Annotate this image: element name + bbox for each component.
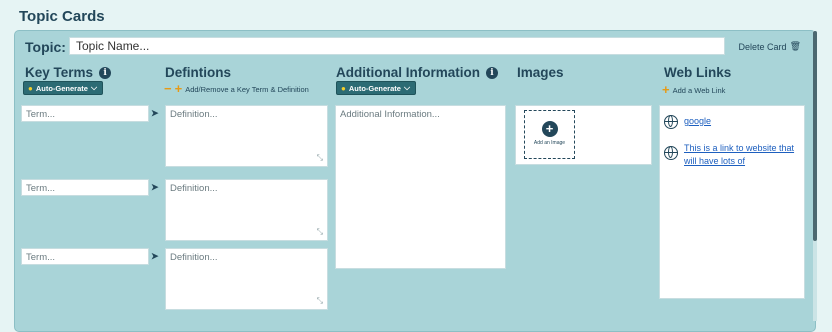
info-icon[interactable]: i xyxy=(99,66,112,79)
add-remove-label: Add/Remove a Key Term & Definition xyxy=(185,84,309,94)
definition-placeholder: Definition... xyxy=(170,252,218,263)
term-input[interactable]: Term... xyxy=(21,179,149,196)
topic-card: Topic: Topic Name... Delete Card 🗑 Key T… xyxy=(14,30,816,332)
minus-icon[interactable]: − xyxy=(164,82,172,95)
additional-auto-generate-button[interactable]: ● Auto-Generate ⌵ xyxy=(336,81,417,95)
images-title: Images xyxy=(517,65,564,80)
definition-input[interactable]: Definition... ⤡ xyxy=(165,179,328,241)
additional-info-input[interactable]: Additional Information... xyxy=(335,105,506,269)
globe-icon xyxy=(664,115,678,129)
definition-input[interactable]: Definition... ⤡ xyxy=(165,105,328,167)
additional-info-heading: Additional Information i xyxy=(336,65,498,80)
web-link[interactable]: This is a link to website that will have… xyxy=(684,142,798,168)
definition-input[interactable]: Definition... ⤡ xyxy=(165,248,328,310)
add-image-label: Add an Image xyxy=(533,140,566,146)
resize-icon[interactable]: ⤡ xyxy=(317,296,323,306)
definition-placeholder: Definition... xyxy=(170,109,218,120)
additional-info-title: Additional Information xyxy=(336,65,480,80)
add-web-link-label: Add a Web Link xyxy=(672,85,726,95)
term-input[interactable]: Term... xyxy=(21,105,149,122)
web-links-title: Web Links xyxy=(664,65,732,80)
key-terms-heading: Key Terms i xyxy=(25,65,112,80)
resize-icon[interactable]: ⤡ xyxy=(317,153,323,163)
trash-icon: 🗑 xyxy=(789,41,801,51)
term-input[interactable]: Term... xyxy=(21,248,149,265)
definitions-heading: Defintions xyxy=(165,65,231,80)
resize-icon[interactable]: ⤡ xyxy=(317,227,323,237)
topic-label: Topic: xyxy=(25,39,66,55)
plus-circle-icon: + xyxy=(541,121,558,137)
lightbulb-icon: ● xyxy=(28,83,33,93)
info-icon[interactable]: i xyxy=(486,66,498,79)
arrow-right-icon: ➤ xyxy=(151,251,159,261)
chevron-down-icon: ⌵ xyxy=(403,83,411,92)
add-remove-term-control[interactable]: − + Add/Remove a Key Term & Definition xyxy=(164,82,309,95)
arrow-right-icon: ➤ xyxy=(151,108,159,118)
plus-icon: + xyxy=(662,82,670,97)
key-terms-auto-generate-button[interactable]: ● Auto-Generate ⌵ xyxy=(23,81,104,95)
scrollbar-thumb[interactable] xyxy=(813,31,817,241)
auto-generate-label: Auto-Generate xyxy=(348,83,401,93)
chevron-down-icon: ⌵ xyxy=(90,83,98,92)
delete-card-label: Delete Card xyxy=(738,41,787,52)
key-terms-title: Key Terms xyxy=(25,65,94,80)
web-link[interactable]: google xyxy=(684,115,711,128)
definitions-title: Defintions xyxy=(165,65,231,80)
web-link-item: google xyxy=(664,115,711,129)
definition-placeholder: Definition... xyxy=(170,183,218,194)
web-links-panel: google This is a link to website that wi… xyxy=(659,105,805,299)
globe-icon xyxy=(664,146,678,160)
plus-icon[interactable]: + xyxy=(175,82,183,95)
lightbulb-icon: ● xyxy=(341,83,346,93)
add-image-button[interactable]: + Add an Image xyxy=(524,110,575,159)
add-web-link-button[interactable]: + Add a Web Link xyxy=(662,82,726,97)
images-heading: Images xyxy=(517,65,564,80)
web-links-heading: Web Links xyxy=(664,65,731,80)
topic-name-input[interactable]: Topic Name... xyxy=(69,37,725,55)
images-panel: + Add an Image xyxy=(515,105,652,165)
page-title: Topic Cards xyxy=(19,8,105,25)
web-link-item: This is a link to website that will have… xyxy=(664,142,798,168)
arrow-right-icon: ➤ xyxy=(151,182,159,192)
delete-card-button[interactable]: Delete Card 🗑 xyxy=(739,41,801,52)
auto-generate-label: Auto-Generate xyxy=(35,83,88,93)
